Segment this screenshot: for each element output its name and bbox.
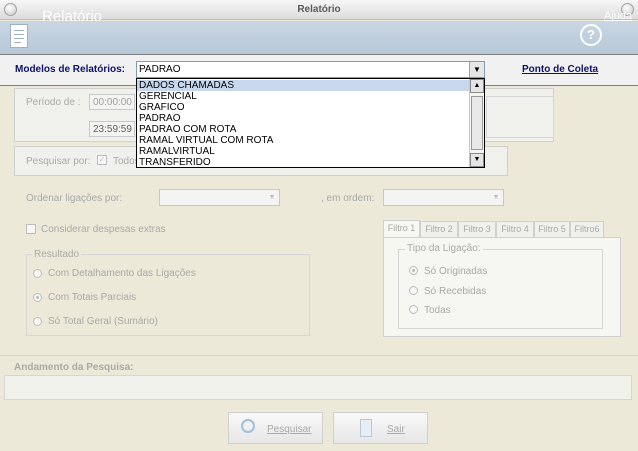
- help-icon[interactable]: ?: [580, 24, 602, 46]
- all-calls-radio[interactable]: [409, 305, 418, 314]
- dropdown-option[interactable]: TRANSFERIDO: [139, 157, 211, 167]
- magnifier-icon: [241, 419, 255, 433]
- order-direction-label: , em ordem:: [321, 193, 375, 204]
- help-link[interactable]: Ajuda: [604, 10, 632, 22]
- app-icon: [4, 3, 17, 16]
- tab-filter-3[interactable]: Filtro 3: [458, 221, 496, 237]
- report-model-dropdown[interactable]: DADOS CHAMADAS GERENCIAL GRAFICO PADRAO …: [136, 78, 485, 168]
- extras-checkbox[interactable]: [26, 224, 36, 234]
- report-model-value: PADRAO: [139, 64, 181, 75]
- dropdown-option[interactable]: RAMAL VIRTUAL COM ROTA: [139, 135, 273, 146]
- period-extra-box: [486, 96, 554, 138]
- all-calls-label: Todas: [424, 305, 451, 316]
- received-only-label: Só Recebidas: [424, 286, 487, 297]
- search-all-checkbox[interactable]: ✓: [97, 155, 107, 165]
- chevron-down-icon: ▼: [492, 194, 500, 201]
- chevron-down-icon[interactable]: ▼: [469, 62, 484, 77]
- scroll-up-icon[interactable]: ▲: [470, 79, 484, 93]
- result-partial-label: Com Totais Parciais: [48, 292, 137, 303]
- result-total-radio[interactable]: [33, 317, 42, 326]
- period-label: Período de :: [26, 97, 81, 108]
- dropdown-option[interactable]: PADRAO COM ROTA: [139, 124, 236, 135]
- tab-filter-2[interactable]: Filtro 2: [420, 221, 458, 237]
- dropdown-option[interactable]: PADRAO: [139, 113, 181, 124]
- header-title: Relatório: [42, 8, 103, 25]
- result-detail-radio[interactable]: [33, 269, 42, 278]
- order-label: Ordenar ligações por:: [26, 193, 123, 204]
- originated-only-radio[interactable]: [409, 266, 418, 275]
- dropdown-option[interactable]: DADOS CHAMADAS: [137, 80, 470, 91]
- scroll-down-icon[interactable]: ▼: [470, 153, 484, 167]
- order-by-select[interactable]: ▼: [159, 189, 280, 206]
- chevron-down-icon: ▼: [268, 194, 276, 201]
- tab-filter-1[interactable]: Filtro 1: [383, 220, 420, 237]
- result-label: Resultado: [32, 249, 82, 260]
- progress-label: Andamento da Pesquisa:: [14, 362, 134, 373]
- order-direction-select[interactable]: ▼: [383, 189, 504, 206]
- tab-filter-4[interactable]: Filtro 4: [496, 221, 534, 237]
- progress-bar: [4, 375, 632, 400]
- header-band: [0, 21, 638, 54]
- exit-door-icon: [360, 419, 372, 437]
- models-label: Modelos de Relatórios:: [15, 64, 126, 75]
- received-only-radio[interactable]: [409, 286, 418, 295]
- search-by-label: Pesquisar por:: [26, 156, 91, 167]
- divider: [0, 355, 638, 356]
- dropdown-option[interactable]: GRAFICO: [139, 102, 185, 113]
- extras-label: Considerar despesas extras: [41, 224, 166, 235]
- dropdown-option[interactable]: GERENCIAL: [139, 91, 197, 102]
- exit-button[interactable]: Sair: [333, 412, 428, 444]
- result-partial-radio[interactable]: [33, 293, 42, 302]
- call-type-label: Tipo da Ligação:: [405, 243, 483, 254]
- dropdown-scrollbar[interactable]: ▲ ▼: [469, 79, 484, 167]
- result-total-label: Só Total Geral (Sumário): [48, 316, 158, 327]
- collection-point-link[interactable]: Ponto de Coleta: [522, 64, 598, 75]
- report-model-select[interactable]: PADRAO ▼: [136, 61, 485, 78]
- end-time-field[interactable]: 23:59:59: [89, 121, 135, 137]
- search-button-label: Pesquisar: [267, 424, 312, 435]
- tab-filter-5[interactable]: Filtro 5: [534, 221, 570, 237]
- start-time-field[interactable]: 00:00:00: [89, 94, 135, 110]
- originated-only-label: Só Originadas: [424, 266, 488, 277]
- scroll-thumb[interactable]: [471, 96, 483, 150]
- exit-button-label: Sair: [387, 424, 405, 435]
- dropdown-option[interactable]: RAMALVIRTUAL: [139, 146, 215, 157]
- search-button[interactable]: Pesquisar: [228, 412, 323, 444]
- report-document-icon: [10, 24, 28, 48]
- result-detail-label: Com Detalhamento das Ligações: [48, 268, 196, 279]
- tab-filter-6[interactable]: Filtro6: [570, 221, 604, 237]
